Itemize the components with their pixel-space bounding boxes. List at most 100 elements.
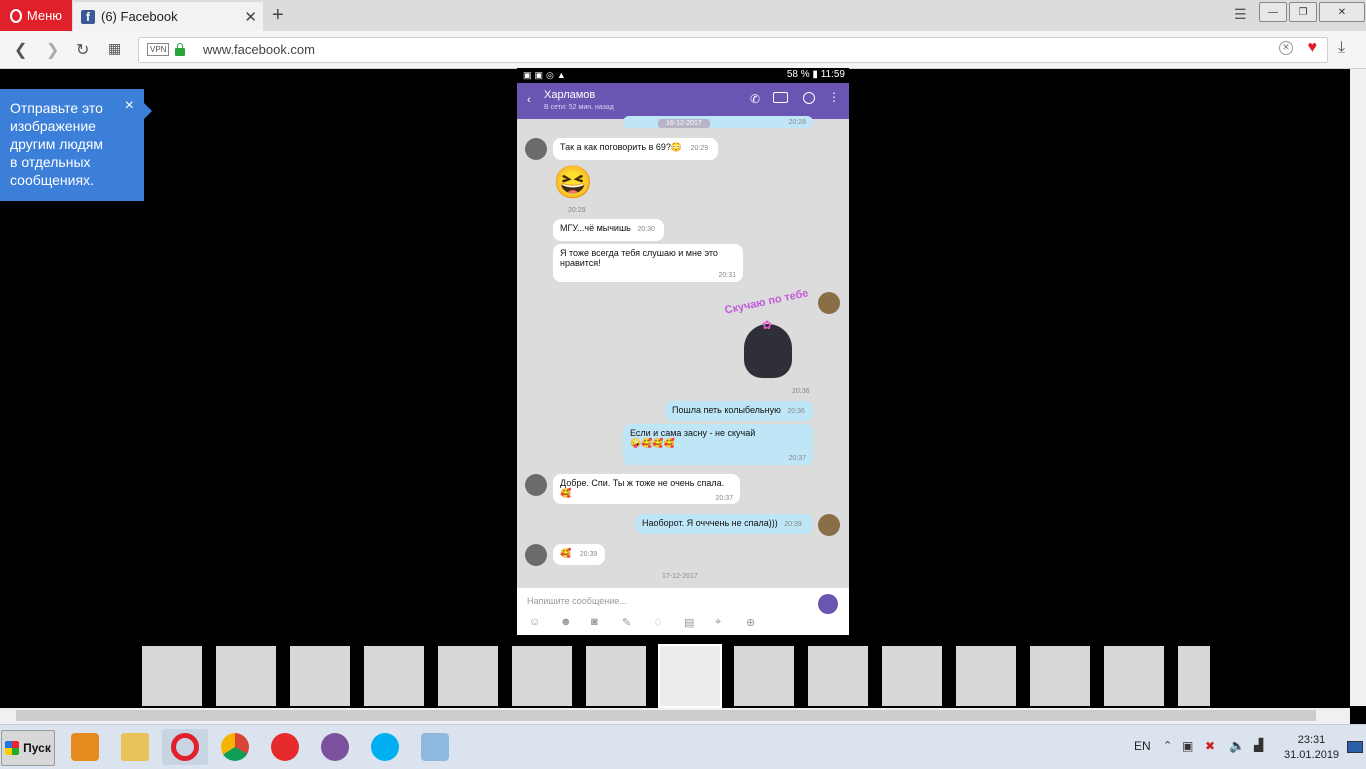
forward-icon[interactable]: ❯ xyxy=(46,40,59,60)
message-time: 20:30 xyxy=(637,226,655,233)
message-bubble-incoming[interactable]: 🥰 20:39 xyxy=(553,544,605,565)
message-bubble-outgoing[interactable]: Наоборот. Я очччень не спала))) 20:39 xyxy=(635,514,813,534)
reload-icon[interactable]: ↻ xyxy=(76,40,89,60)
avatar-contact[interactable] xyxy=(525,474,547,496)
message-bubble-outgoing[interactable]: 20:28 xyxy=(623,116,813,128)
share-tooltip: Отправьте это изображение другим людям в… xyxy=(0,89,152,201)
location-icon[interactable]: ⌖ xyxy=(715,616,721,629)
skype-app[interactable] xyxy=(362,729,408,765)
more-options-icon[interactable]: ⊕ xyxy=(746,616,755,629)
thumbnail[interactable] xyxy=(364,646,424,706)
more-icon[interactable]: ⋮ xyxy=(828,90,840,104)
viber-app[interactable] xyxy=(312,729,358,765)
start-button[interactable]: Пуск xyxy=(1,730,55,766)
thumbnail[interactable] xyxy=(216,646,276,706)
avatar-contact[interactable] xyxy=(525,544,547,566)
message-bubble-incoming[interactable]: Так а как поговорить в 69?😳 20:29 xyxy=(553,138,718,160)
chrome-icon xyxy=(221,733,249,761)
doodle-icon[interactable]: ✎ xyxy=(622,616,631,629)
clear-url-icon[interactable]: ✕ xyxy=(1279,41,1293,55)
heart-icon[interactable]: ♥ xyxy=(1308,39,1318,57)
thumbnail[interactable] xyxy=(734,646,794,706)
message-bubble-incoming[interactable]: Добре. Спи. Ты ж тоже не очень спала. 🥰 … xyxy=(553,474,740,504)
avatar-self[interactable] xyxy=(818,514,840,536)
thumbnail[interactable] xyxy=(1030,646,1090,706)
horizontal-scroll-thumb[interactable] xyxy=(16,710,1316,721)
opera-app[interactable] xyxy=(162,729,208,765)
camera-icon[interactable]: ◙ xyxy=(591,616,598,628)
thumbnail[interactable] xyxy=(1178,646,1210,706)
message-time: 20:39 xyxy=(784,521,802,528)
message-time: 20:31 xyxy=(718,272,736,279)
gallery-icon[interactable]: ▤ xyxy=(684,616,694,629)
video-call-icon[interactable] xyxy=(773,92,788,103)
thumbnail[interactable] xyxy=(1104,646,1164,706)
thumbnail[interactable] xyxy=(142,646,202,706)
thumbnail-active[interactable] xyxy=(658,644,722,708)
tooltip-close-icon[interactable]: × xyxy=(125,97,134,115)
clock-time: 23:31 xyxy=(1297,734,1326,746)
thumbnail[interactable] xyxy=(290,646,350,706)
message-input[interactable]: Напишите сообщение... xyxy=(527,596,627,606)
url-field[interactable]: VPN www.facebook.com ✕ ♥ xyxy=(138,37,1328,63)
message-bubble-outgoing[interactable]: Пошла петь колыбельную 20:36 xyxy=(665,401,813,421)
explorer-app[interactable] xyxy=(112,729,158,765)
yandex-app[interactable] xyxy=(262,729,308,765)
back-icon[interactable]: ❮ xyxy=(14,40,27,60)
media-player-app[interactable] xyxy=(62,729,108,765)
opera-menu-button[interactable]: Меню xyxy=(0,0,72,31)
url-text[interactable]: www.facebook.com xyxy=(203,42,315,57)
tray-network-error-icon[interactable]: ✖ xyxy=(1205,739,1215,753)
tab-facebook[interactable]: f (6) Facebook ✕ xyxy=(73,2,263,31)
restore-button[interactable]: ❐ xyxy=(1289,2,1317,22)
sticker-icon[interactable]: ☺ xyxy=(529,616,540,628)
mic-icon[interactable] xyxy=(818,594,838,614)
minimize-button[interactable]: — xyxy=(1259,2,1287,22)
chat-back-icon[interactable]: ‹ xyxy=(527,94,531,106)
tray-device-icon[interactable]: ▣ xyxy=(1182,739,1193,753)
address-bar: ❮ ❯ ↻ ▦ VPN www.facebook.com ✕ ♥ ⤓ xyxy=(0,31,1366,69)
download-icon[interactable]: ⤓ xyxy=(1338,39,1345,57)
vertical-scrollbar[interactable] xyxy=(1350,69,1366,706)
show-desktop-icon[interactable] xyxy=(1347,741,1363,753)
message-bubble-incoming[interactable]: МГУ...чё мычишь 20:30 xyxy=(553,219,664,241)
skype-icon xyxy=(371,733,399,761)
lock-icon[interactable] xyxy=(175,43,185,56)
thumbnail[interactable] xyxy=(512,646,572,706)
thumbnail[interactable] xyxy=(808,646,868,706)
cat-sticker[interactable]: Скучаю по тебе ✿ xyxy=(722,287,816,386)
message-text: Так а как поговорить в 69?😳 xyxy=(560,142,683,152)
tab-close-icon[interactable]: ✕ xyxy=(244,8,257,26)
horizontal-scrollbar[interactable] xyxy=(0,708,1350,724)
chat-info-icon[interactable] xyxy=(803,92,815,104)
avatar-contact[interactable] xyxy=(525,138,547,160)
phone-screenshot[interactable]: ▣▣◎▲ 58 % ▮ 11:59 ‹ Харламов В сети: 52 … xyxy=(517,68,849,635)
message-bubble-incoming[interactable]: Я тоже всегда тебя слушаю и мне это нрав… xyxy=(553,244,743,282)
volume-icon[interactable]: 🔈 xyxy=(1229,738,1245,754)
tray-expand-icon[interactable]: ⌃ xyxy=(1163,739,1172,752)
speed-dial-icon[interactable]: ▦ xyxy=(108,40,121,57)
signal-icon[interactable]: ▟ xyxy=(1254,738,1263,752)
avatar-self[interactable] xyxy=(818,292,840,314)
thumbnail[interactable] xyxy=(586,646,646,706)
chrome-app[interactable] xyxy=(212,729,258,765)
new-tab-button[interactable]: + xyxy=(272,4,284,27)
tab-title: (6) Facebook xyxy=(101,9,178,24)
emoji-icon[interactable]: ☻ xyxy=(560,616,572,628)
close-window-button[interactable]: ✕ xyxy=(1319,2,1365,22)
tab-menu-icon[interactable]: ☰ xyxy=(1234,6,1247,23)
thumbnail[interactable] xyxy=(956,646,1016,706)
laughing-emoji-sticker[interactable]: 😆 xyxy=(553,164,593,200)
gif-icon[interactable]: ♢ xyxy=(653,616,663,629)
clock[interactable]: 23:31 31.01.2019 xyxy=(1284,733,1339,763)
thumbnail[interactable] xyxy=(438,646,498,706)
message-time: 20:29 xyxy=(568,207,586,214)
call-icon[interactable]: ✆ xyxy=(750,92,760,106)
thumbnail[interactable] xyxy=(882,646,942,706)
vpn-badge[interactable]: VPN xyxy=(147,43,170,56)
language-indicator[interactable]: EN xyxy=(1134,739,1151,753)
paint-app[interactable] xyxy=(412,729,458,765)
message-bubble-outgoing[interactable]: Если и сама засну - не скучай 🤪🥰🥰🥰 20:37 xyxy=(623,424,813,465)
opera-logo-icon xyxy=(9,8,22,23)
notification-icons: ▣▣◎▲ xyxy=(523,70,569,80)
